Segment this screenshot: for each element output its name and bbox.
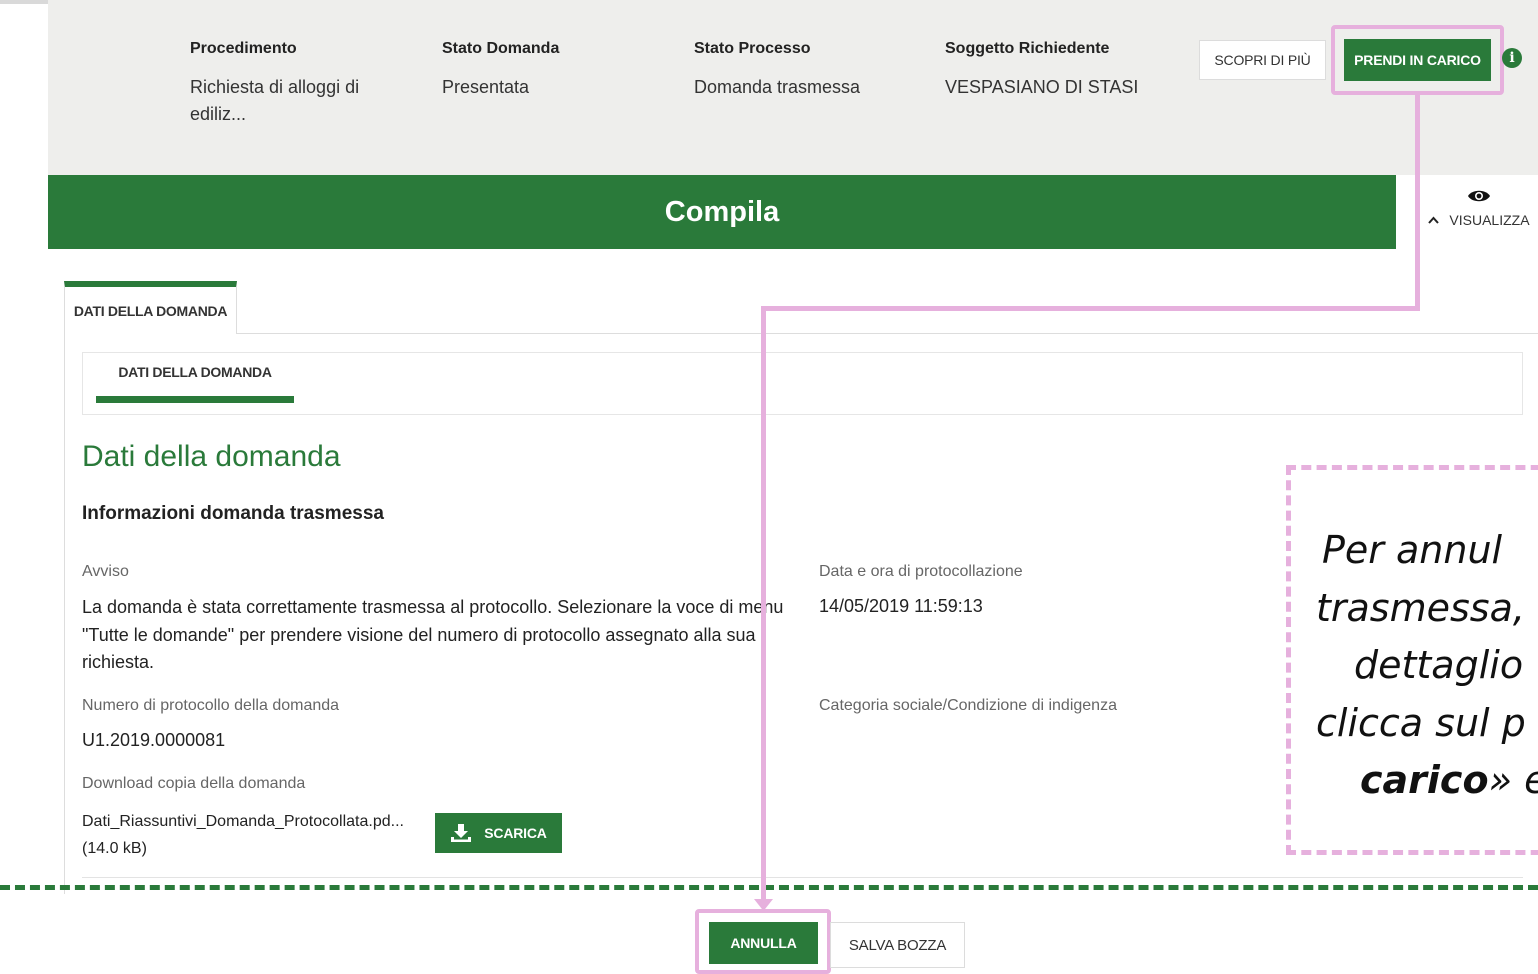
data-protocollazione-label: Data e ora di protocollazione (819, 563, 1023, 580)
callout-line: Per annul (1322, 528, 1503, 572)
download-label: Download copia della domanda (82, 775, 306, 792)
download-file-info: Dati_Riassuntivi_Domanda_Protocollata.pd… (82, 808, 427, 862)
content-bottom-rule (82, 877, 1523, 878)
procedimento-label: Procedimento (190, 40, 297, 57)
categoria-sociale-label: Categoria sociale/Condizione di indigenz… (819, 697, 1117, 714)
download-icon (451, 824, 472, 842)
avviso-label: Avviso (82, 563, 129, 580)
content-border (64, 334, 65, 894)
avviso-text: La domanda è stata correttamente trasmes… (82, 597, 784, 672)
inner-tab-bar (82, 352, 1523, 415)
prendi-in-carico-button[interactable]: PRENDI IN CARICO (1344, 39, 1491, 81)
numero-protocollo-label: Numero di protocollo della domanda (82, 697, 340, 714)
section-title: Dati della domanda (82, 440, 341, 473)
scopri-di-piu-button[interactable]: SCOPRI DI PIÙ (1199, 40, 1326, 80)
connector-line (1415, 95, 1420, 311)
stato-domanda-label: Stato Domanda (442, 40, 560, 57)
chevron-up-icon (1428, 216, 1440, 224)
page-title: Compila (664, 195, 780, 228)
file-name: Dati_Riassuntivi_Domanda_Protocollata.pd… (82, 813, 404, 830)
scarica-label: SCARICA (484, 825, 547, 841)
salva-bozza-button[interactable]: SALVA BOZZA (830, 922, 965, 968)
callout-text: Per annul trasmessa, dettaglio clicca su… (1316, 522, 1538, 810)
compila-title-bar: Compila (48, 175, 1396, 249)
soggetto-label: Soggetto Richiedente (945, 40, 1110, 57)
tab-dati-della-domanda[interactable]: DATI DELLA DOMANDA (64, 281, 237, 334)
eye-icon (1468, 190, 1490, 202)
scarica-button[interactable]: SCARICA (435, 813, 562, 853)
data-protocollazione-value: 14/05/2019 11:59:13 (819, 596, 983, 616)
annulla-button[interactable]: ANNULLA (709, 922, 818, 964)
soggetto-value: VESPASIANO DI STASI (945, 77, 1139, 97)
callout-rest: » e (1488, 758, 1538, 802)
inner-tab-dati-della-domanda[interactable]: DATI DELLA DOMANDA (96, 364, 294, 380)
inner-tab-active-indicator (96, 396, 294, 403)
connector-line (761, 306, 1420, 311)
connector-line (761, 306, 766, 906)
callout-line: dettaglio (1354, 643, 1524, 687)
tab-border-line (237, 333, 1538, 334)
procedimento-value: Richiesta di alloggi di ediliz... (190, 77, 360, 124)
stato-processo-label: Stato Processo (694, 40, 811, 57)
numero-protocollo-value: U1.2019.0000081 (82, 730, 226, 750)
stato-processo-value: Domanda trasmessa (694, 77, 861, 97)
callout-bold: carico (1360, 758, 1489, 802)
visualizza-toggle[interactable]: VISUALIZZA (1420, 185, 1538, 245)
callout-line: trasmessa, (1316, 585, 1525, 630)
visualizza-label: VISUALIZZA (1449, 212, 1530, 228)
separator-dashed (0, 885, 1538, 890)
section-subtitle: Informazioni domanda trasmessa (82, 503, 384, 524)
stato-domanda-value: Presentata (442, 77, 530, 97)
file-size: (14.0 kB) (82, 840, 147, 857)
info-icon[interactable]: i (1502, 48, 1522, 68)
callout-line: clicca sul p (1316, 700, 1526, 745)
callout-line: carico» e (1360, 752, 1538, 810)
